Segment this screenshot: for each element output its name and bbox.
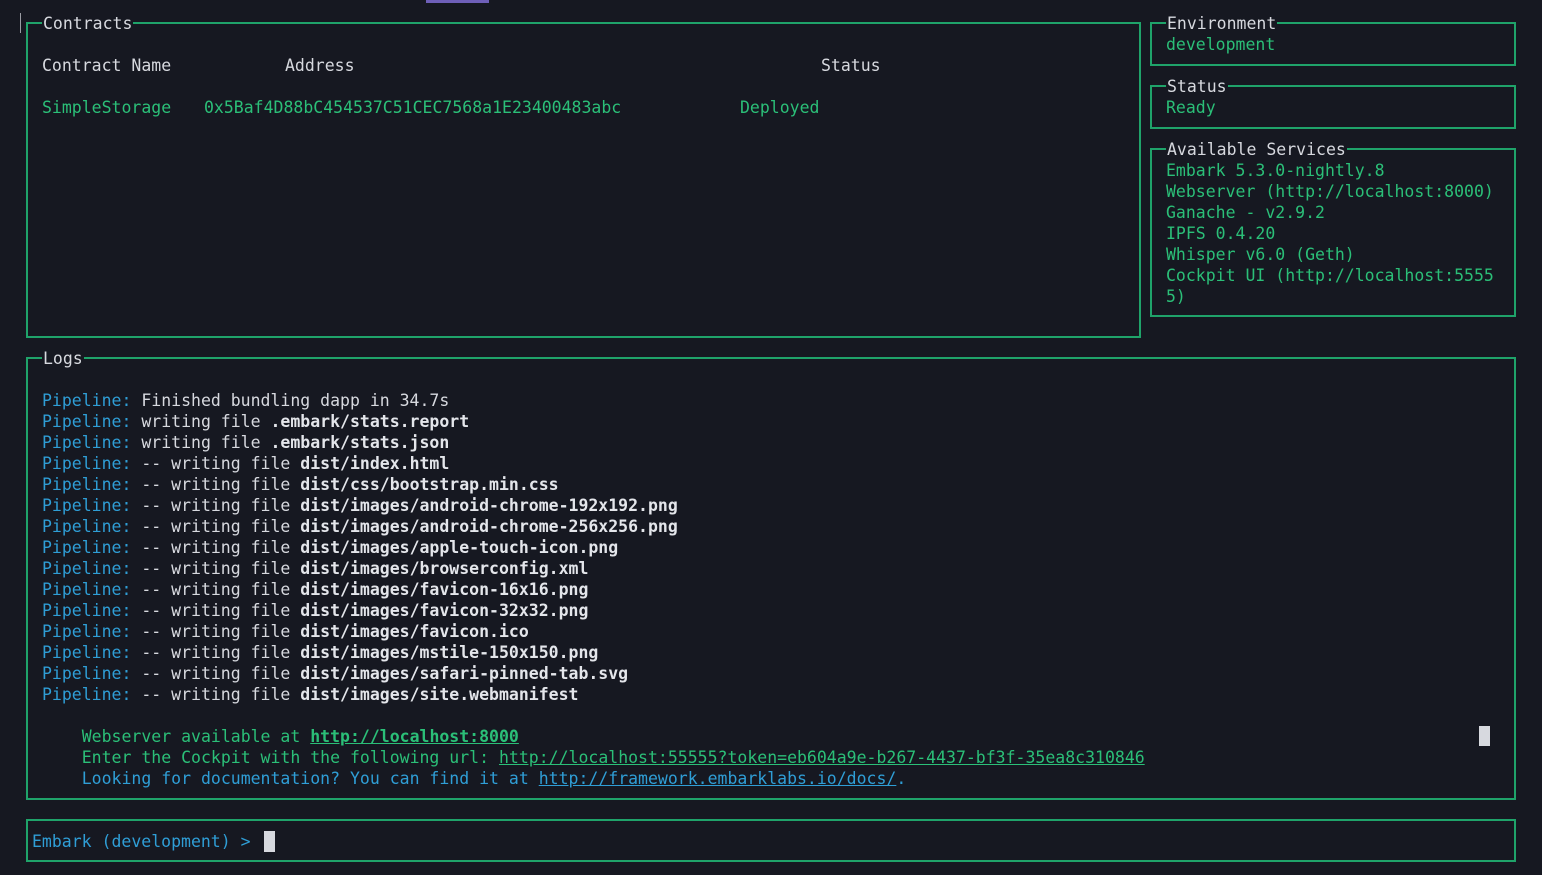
log-text: -- writing file bbox=[131, 622, 301, 641]
contract-row-address[interactable]: 0x5Baf4D88bC454537C51CEC7568a1E23400483a… bbox=[204, 97, 621, 118]
terminal-edge-cursor bbox=[20, 13, 21, 33]
log-file-path: dist/images/site.webmanifest bbox=[300, 685, 579, 704]
log-prefix: Pipeline: bbox=[42, 391, 132, 410]
log-line: Pipeline: -- writing file dist/index.htm… bbox=[42, 453, 449, 474]
log-file-path: dist/images/safari-pinned-tab.svg bbox=[300, 664, 629, 683]
log-prefix: Pipeline: bbox=[42, 454, 132, 473]
logs-scrollbar-thumb[interactable] bbox=[1479, 726, 1490, 746]
log-file-path: dist/index.html bbox=[300, 454, 450, 473]
service-item: 5) bbox=[1166, 287, 1186, 306]
docs-log-suffix: . bbox=[896, 769, 907, 788]
contracts-panel: Contracts Contract Name Address Status S… bbox=[26, 14, 1141, 338]
log-prefix: Pipeline: bbox=[42, 664, 132, 683]
log-prefix: Pipeline: bbox=[42, 559, 132, 578]
service-item: Embark 5.3.0-nightly.8 bbox=[1166, 161, 1385, 180]
log-prefix: Pipeline: bbox=[42, 643, 132, 662]
log-prefix: Pipeline: bbox=[42, 622, 132, 641]
log-text: writing file bbox=[131, 433, 271, 452]
log-line: Pipeline: -- writing file dist/images/an… bbox=[42, 495, 678, 516]
docs-log-line: Looking for documentation? You can find … bbox=[42, 747, 907, 810]
log-text: -- writing file bbox=[131, 538, 301, 557]
service-item: Webserver (http://localhost:8000) bbox=[1166, 182, 1494, 201]
console-input-panel[interactable]: Embark (development) > bbox=[26, 819, 1516, 862]
services-panel: Available Services Embark 5.3.0-nightly.… bbox=[1150, 140, 1516, 317]
log-text: -- writing file bbox=[131, 517, 301, 536]
log-file-path: dist/images/mstile-150x150.png bbox=[300, 643, 599, 662]
environment-panel: Environment development bbox=[1150, 14, 1516, 66]
log-line: Pipeline: -- writing file dist/css/boots… bbox=[42, 474, 559, 495]
service-item: Ganache - v2.9.2 bbox=[1166, 203, 1325, 222]
log-line: Pipeline: -- writing file dist/images/an… bbox=[42, 516, 678, 537]
logs-panel: Logs Pipeline: Finished bundling dapp in… bbox=[26, 349, 1516, 800]
log-prefix: Pipeline: bbox=[42, 475, 132, 494]
log-text: -- writing file bbox=[131, 475, 301, 494]
log-file-path: dist/images/browserconfig.xml bbox=[300, 559, 589, 578]
log-prefix: Pipeline: bbox=[42, 517, 132, 536]
log-line: Pipeline: -- writing file dist/images/br… bbox=[42, 558, 588, 579]
log-line: Pipeline: -- writing file dist/images/fa… bbox=[42, 600, 588, 621]
environment-panel-title: Environment bbox=[1166, 14, 1278, 34]
log-text: -- writing file bbox=[131, 664, 301, 683]
log-line: Pipeline: Finished bundling dapp in 34.7… bbox=[42, 390, 449, 411]
log-text: -- writing file bbox=[131, 496, 301, 515]
log-line: Pipeline: writing file .embark/stats.rep… bbox=[42, 411, 469, 432]
log-text: writing file bbox=[131, 412, 271, 431]
log-text: -- writing file bbox=[131, 559, 301, 578]
log-file-path: dist/images/apple-touch-icon.png bbox=[300, 538, 619, 557]
log-text: -- writing file bbox=[131, 580, 301, 599]
log-file-path: .embark/stats.json bbox=[270, 433, 450, 452]
service-item: Cockpit UI (http://localhost:5555 bbox=[1166, 266, 1494, 285]
log-prefix: Pipeline: bbox=[42, 433, 132, 452]
contract-row-name[interactable]: SimpleStorage bbox=[42, 97, 171, 118]
log-line: Pipeline: -- writing file dist/images/fa… bbox=[42, 579, 588, 600]
log-text: Finished bundling dapp in 34.7s bbox=[131, 391, 450, 410]
status-panel: Status Ready bbox=[1150, 77, 1516, 129]
log-file-path: dist/images/favicon-16x16.png bbox=[300, 580, 589, 599]
log-text: -- writing file bbox=[131, 643, 301, 662]
status-value: Ready bbox=[1166, 98, 1216, 117]
services-panel-title: Available Services bbox=[1166, 140, 1347, 160]
logs-panel-title: Logs bbox=[42, 349, 84, 369]
environment-value: development bbox=[1166, 35, 1276, 54]
log-file-path: dist/images/favicon-32x32.png bbox=[300, 601, 589, 620]
console-cursor bbox=[264, 831, 275, 852]
log-prefix: Pipeline: bbox=[42, 580, 132, 599]
active-tab-indicator bbox=[426, 0, 489, 3]
log-text: -- writing file bbox=[131, 685, 301, 704]
status-panel-title: Status bbox=[1166, 77, 1228, 97]
log-line: Pipeline: -- writing file dist/images/si… bbox=[42, 684, 578, 705]
log-line: Pipeline: -- writing file dist/images/sa… bbox=[42, 663, 628, 684]
log-file-path: .embark/stats.report bbox=[270, 412, 470, 431]
console-prompt: Embark (development) > bbox=[32, 832, 261, 851]
contract-row-status: Deployed bbox=[740, 98, 820, 117]
log-file-path: dist/images/android-chrome-256x256.png bbox=[300, 517, 678, 536]
log-file-path: dist/css/bootstrap.min.css bbox=[300, 475, 559, 494]
address-header: Address bbox=[285, 56, 355, 75]
contract-name-header: Contract Name bbox=[42, 56, 172, 75]
log-line: Pipeline: -- writing file dist/images/ms… bbox=[42, 642, 598, 663]
log-prefix: Pipeline: bbox=[42, 538, 132, 557]
service-item: Whisper v6.0 (Geth) bbox=[1166, 245, 1355, 264]
log-line: Pipeline: -- writing file dist/images/fa… bbox=[42, 621, 529, 642]
log-prefix: Pipeline: bbox=[42, 412, 132, 431]
log-text: -- writing file bbox=[131, 454, 301, 473]
log-file-path: dist/images/favicon.ico bbox=[300, 622, 529, 641]
docs-log-text: Looking for documentation? You can find … bbox=[81, 769, 539, 788]
log-prefix: Pipeline: bbox=[42, 601, 132, 620]
status-header: Status bbox=[821, 56, 881, 75]
docs-link[interactable]: http://framework.embarklabs.io/docs/ bbox=[539, 769, 897, 788]
log-line: Pipeline: -- writing file dist/images/ap… bbox=[42, 537, 618, 558]
contracts-panel-title: Contracts bbox=[42, 14, 134, 34]
service-item: IPFS 0.4.20 bbox=[1166, 224, 1276, 243]
log-line: Pipeline: writing file .embark/stats.jso… bbox=[42, 432, 449, 453]
log-prefix: Pipeline: bbox=[42, 685, 132, 704]
log-prefix: Pipeline: bbox=[42, 496, 132, 515]
log-file-path: dist/images/android-chrome-192x192.png bbox=[300, 496, 678, 515]
log-text: -- writing file bbox=[131, 601, 301, 620]
